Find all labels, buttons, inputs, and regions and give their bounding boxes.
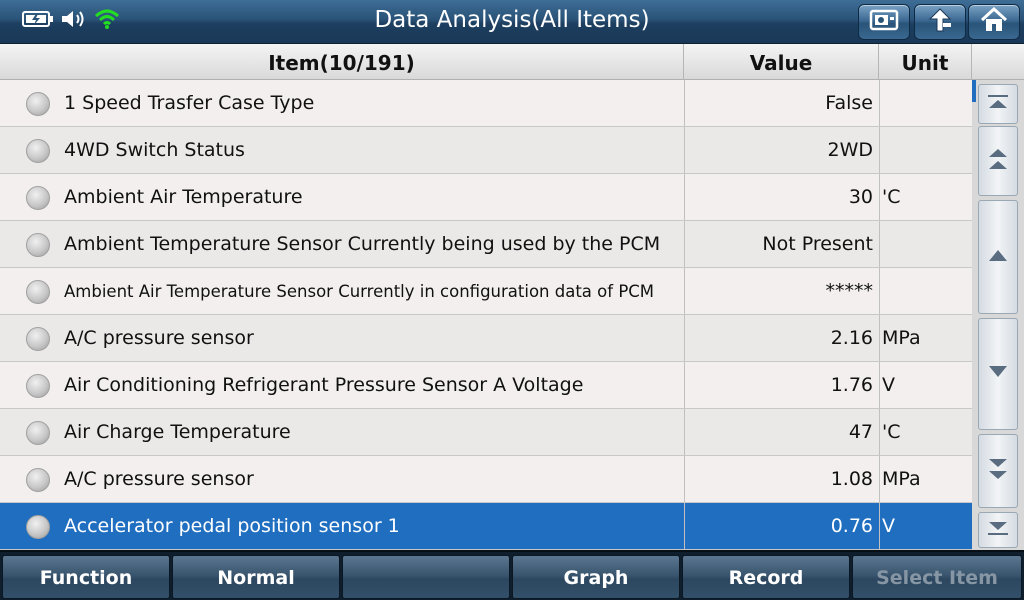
radio-button[interactable] [26, 468, 50, 492]
bottom-toolbar: Function Normal Graph Record Select Item [0, 550, 1024, 600]
table-row-selected[interactable]: Accelerator pedal position sensor 1 0.76… [0, 503, 972, 550]
table-row[interactable]: A/C pressure sensor 1.08 MPa [0, 456, 972, 503]
item-name: Ambient Air Temperature Sensor Currently… [64, 282, 655, 301]
item-unit: MPa [882, 327, 921, 349]
item-name: Ambient Temperature Sensor Currently bei… [64, 233, 661, 255]
scroll-top-button[interactable] [978, 84, 1018, 124]
scroll-top-icon [986, 94, 1010, 114]
line-down-button[interactable] [978, 318, 1018, 430]
table-row[interactable]: Ambient Air Temperature Sensor Currently… [0, 268, 972, 315]
item-value: False [825, 92, 873, 114]
screenshot-button[interactable] [858, 4, 910, 40]
line-down-icon [986, 364, 1010, 384]
table-row[interactable]: A/C pressure sensor 2.16 MPa [0, 315, 972, 362]
item-value: ***** [825, 280, 874, 302]
radio-button[interactable] [26, 327, 50, 351]
item-value: 2WD [827, 139, 873, 161]
column-header-unit: Unit [879, 44, 972, 80]
page-down-icon [986, 456, 1010, 486]
radio-button[interactable] [26, 374, 50, 398]
item-unit [882, 221, 970, 267]
radio-button[interactable] [26, 421, 50, 445]
select-item-button[interactable]: Select Item [852, 555, 1022, 599]
scroll-bottom-icon [986, 520, 1010, 540]
item-unit: V [882, 515, 895, 537]
item-unit: V [882, 374, 895, 396]
scrollbar[interactable] [972, 80, 1024, 550]
radio-button[interactable] [26, 515, 50, 539]
item-value: 47 [848, 421, 873, 443]
record-button[interactable]: Record [682, 555, 850, 599]
scroll-thumb[interactable] [972, 80, 976, 102]
table-row[interactable]: Ambient Temperature Sensor Currently bei… [0, 221, 972, 268]
item-value: Not Present [762, 233, 873, 255]
table-row[interactable]: Ambient Air Temperature 30 'C [0, 174, 972, 221]
line-up-button[interactable] [978, 200, 1018, 314]
item-value: 1.08 [830, 468, 873, 490]
table-header: Item(10/191) Value Unit [0, 44, 1024, 80]
item-unit: MPa [882, 468, 921, 490]
screenshot-icon [869, 8, 899, 36]
item-value: 2.16 [830, 327, 873, 349]
radio-button[interactable] [26, 139, 50, 163]
page-up-button[interactable] [978, 126, 1018, 196]
radio-button[interactable] [26, 186, 50, 210]
radio-button[interactable] [26, 280, 50, 304]
table-row[interactable]: 4WD Switch Status 2WD [0, 127, 972, 174]
home-icon [979, 6, 1009, 37]
page-up-icon [986, 146, 1010, 176]
item-name: A/C pressure sensor [64, 327, 254, 349]
item-name: Ambient Air Temperature [64, 186, 303, 208]
item-value: 1.76 [830, 374, 873, 396]
table-row[interactable]: 1 Speed Trasfer Case Type False [0, 80, 972, 127]
page-down-button[interactable] [978, 434, 1018, 508]
item-name: 4WD Switch Status [64, 139, 245, 161]
title-bar: Data Analysis(All Items) [0, 0, 1024, 44]
radio-button[interactable] [26, 92, 50, 116]
item-value: 30 [848, 186, 873, 208]
item-name: A/C pressure sensor [64, 468, 254, 490]
item-name: Air Charge Temperature [64, 421, 291, 443]
item-name: 1 Speed Trasfer Case Type [64, 92, 315, 114]
table-row[interactable]: Air Conditioning Refrigerant Pressure Se… [0, 362, 972, 409]
item-value: 0.76 [830, 515, 873, 537]
back-icon [925, 7, 955, 37]
graph-button[interactable]: Graph [512, 555, 680, 599]
item-unit: 'C [882, 186, 901, 208]
radio-button[interactable] [26, 233, 50, 257]
item-name: Air Conditioning Refrigerant Pressure Se… [64, 374, 584, 396]
item-name: Accelerator pedal position sensor 1 [64, 515, 400, 537]
item-unit [882, 127, 970, 173]
item-unit [882, 80, 970, 126]
back-button[interactable] [914, 4, 966, 40]
line-up-icon [986, 247, 1010, 267]
table-row[interactable]: Air Charge Temperature 47 'C [0, 409, 972, 456]
item-unit: 'C [882, 421, 901, 443]
item-unit [882, 268, 970, 314]
column-header-value: Value [684, 44, 879, 80]
column-header-item: Item(10/191) [0, 44, 684, 80]
normal-button[interactable]: Normal [172, 555, 340, 599]
column-header-blank [972, 44, 1024, 80]
scroll-bottom-button[interactable] [978, 512, 1018, 548]
function-button[interactable]: Function [2, 555, 170, 599]
home-button[interactable] [968, 4, 1020, 40]
blank-button[interactable] [342, 555, 510, 599]
